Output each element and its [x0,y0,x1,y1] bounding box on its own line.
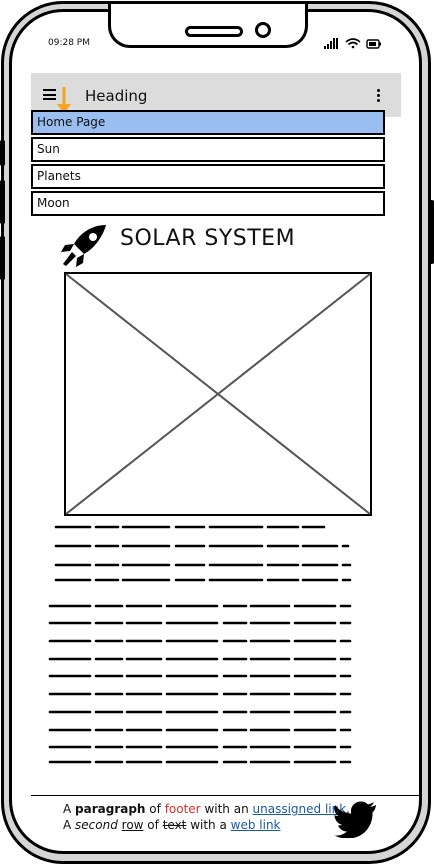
rocket-icon [60,222,110,272]
side-button-left-mid [0,180,5,224]
unassigned-link[interactable]: unassigned link [253,802,347,816]
scribble-paragraph-2 [48,600,358,772]
web-link[interactable]: web link [231,818,281,832]
menu-item-sun[interactable]: Sun [31,137,385,162]
footer-divider [31,795,421,796]
menu-item-home-page[interactable]: Home Page [31,110,385,135]
app-bar-title: Heading [85,87,148,105]
kebab-icon[interactable] [377,89,381,104]
image-placeholder [64,272,372,520]
footer-text: A [63,818,76,832]
footer-italic-text: second [75,818,118,832]
status-time: 09:28 PM [48,38,90,48]
footer-underlined-text: row [121,818,144,832]
footer-red-text: footer [164,802,201,816]
twitter-bird-icon[interactable] [334,800,378,842]
page-title: SOLAR SYSTEM [120,226,296,251]
menu-item-planets[interactable]: Planets [31,164,385,189]
wifi-icon [345,38,361,49]
side-button-right [429,200,434,264]
footer-bold-text: paragraph [75,802,146,816]
footer-text: of [143,818,163,832]
footer-text: with an [200,802,253,816]
camera-icon [255,22,271,38]
side-button-left-top [0,140,5,166]
footer-row-1: A paragraph of footer with an unassigned… [63,802,350,816]
footer-row-2: A second row of text with a web link [63,818,281,832]
signal-icon [324,38,338,49]
side-button-left-bottom [0,236,5,280]
status-icons [322,36,384,55]
speaker-icon [185,26,243,37]
footer-strikethrough-text: text [162,818,187,832]
menu-item-moon[interactable]: Moon [31,191,385,216]
footer-text: A [63,802,76,816]
battery-icon [366,39,381,49]
scribble-paragraph-1 [48,521,358,589]
footer-text: with a [186,818,231,832]
footer-text: of [145,802,165,816]
